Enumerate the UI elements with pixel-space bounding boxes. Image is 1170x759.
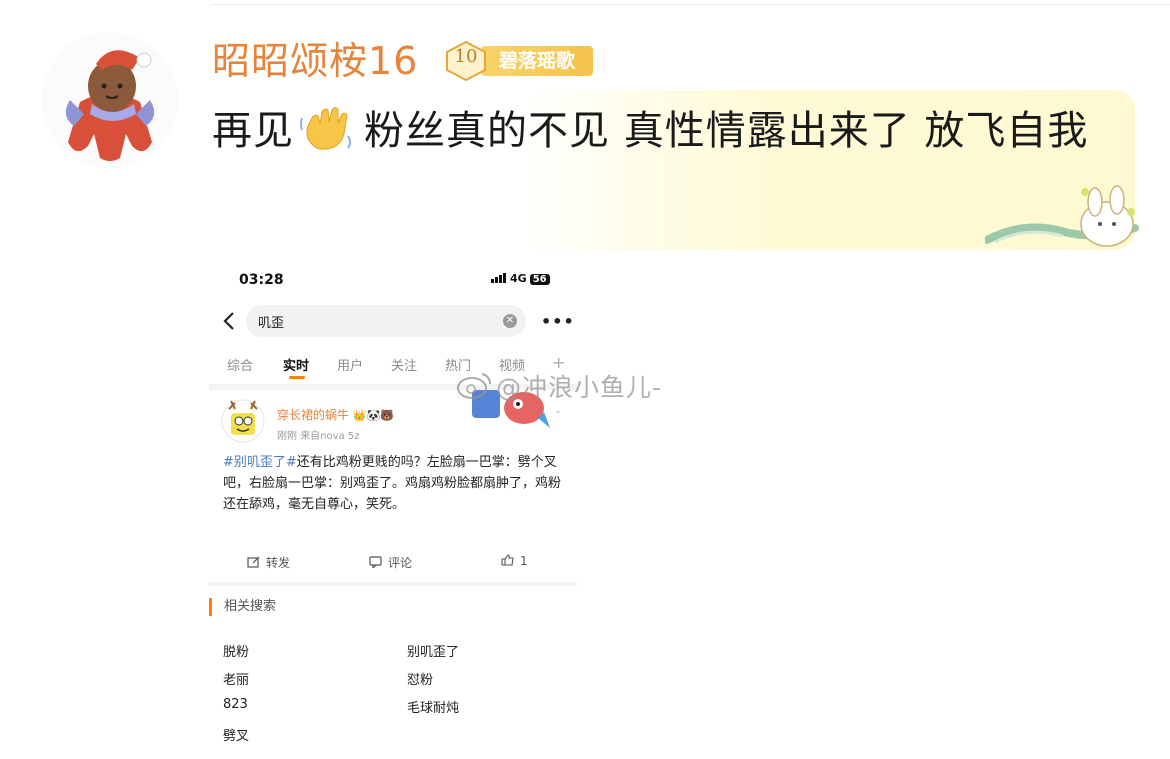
battery-level: 56 (529, 274, 550, 285)
post-text-start: 再见 (212, 108, 294, 154)
username[interactable]: 昭昭颂桉16 (212, 38, 418, 84)
related-search-item[interactable]: 劈叉 (223, 725, 249, 744)
search-query: 叽歪 (258, 316, 285, 331)
post-text: 再见 粉丝真的不见 真性情露出来了 放飞自我 (212, 98, 1112, 164)
item-body: #别叽歪了#还有比鸡粉更贱的吗？左脸扇一巴掌：劈个叉吧，右脸扇一巴掌：别鸡歪了。… (223, 452, 568, 515)
post-text-rest: 粉丝真的不见 真性情露出来了 放飞自我 (364, 108, 1089, 154)
related-search-item[interactable]: 怼粉 (407, 669, 433, 688)
tab-comprehensive[interactable]: 综合 (227, 355, 253, 374)
badge-name: 碧落瑶歌 (481, 46, 593, 76)
related-searches-title: 相关搜索 (209, 598, 276, 616)
top-divider (210, 4, 1170, 5)
related-search-item[interactable]: 脱粉 (223, 641, 249, 660)
related-search-item[interactable]: 别叽歪了 (407, 641, 459, 660)
item-hashtag[interactable]: #别叽歪了# (223, 455, 297, 470)
item-meta: 刚刚 来自nova 5z (277, 427, 359, 442)
like-count: 1 (520, 554, 528, 568)
comment-label: 评论 (388, 556, 413, 570)
item-time: 刚刚 (277, 431, 297, 442)
tab-users[interactable]: 用户 (337, 355, 363, 374)
divider (209, 582, 577, 586)
item-user-emojis: 👑🐼🐻 (352, 409, 394, 422)
tab-following[interactable]: 关注 (391, 355, 417, 374)
fan-badge[interactable]: 碧落瑶歌 10 (443, 40, 593, 82)
repost-button[interactable]: 转发 (247, 554, 290, 571)
clear-icon[interactable]: ✕ (503, 314, 517, 328)
item-actions: 转发 评论 1 (209, 554, 579, 574)
embedded-screenshot: 03:28 4G 56 叽歪 ✕ ••• 综合 实时 用户 关注 热门 视频 + … (209, 262, 579, 759)
more-icon[interactable]: ••• (541, 312, 575, 331)
signal-icon (491, 273, 507, 286)
item-user-avatar[interactable] (221, 399, 265, 443)
like-button[interactable]: 1 (501, 554, 528, 568)
related-search-item[interactable]: 老丽 (223, 669, 249, 688)
comment-icon (369, 556, 382, 568)
badge-level-icon: 10 (443, 40, 489, 82)
search-input[interactable]: 叽歪 ✕ (246, 305, 526, 337)
repost-label: 转发 (266, 556, 291, 570)
user-avatar[interactable] (40, 30, 180, 170)
waving-hand-icon (298, 106, 354, 152)
item-username[interactable]: 穿长裙的蜗牛 👑🐼🐻 (277, 406, 394, 423)
status-time: 03:28 (239, 272, 284, 288)
status-indicators: 4G 56 (491, 272, 550, 286)
bunny-sticker-icon (983, 180, 1145, 260)
repost-icon (247, 556, 260, 568)
related-search-item[interactable]: 823 (223, 697, 248, 712)
badge-level: 10 (454, 46, 478, 67)
weibo-logo-icon (457, 373, 491, 399)
back-icon[interactable] (221, 310, 237, 332)
item-source: 来自nova 5z (300, 431, 360, 442)
watermark-text: @冲浪小鱼儿- (496, 373, 663, 402)
tab-realtime[interactable]: 实时 (283, 355, 309, 374)
comment-button[interactable]: 评论 (369, 554, 412, 571)
network-type: 4G (510, 272, 527, 285)
thumbs-up-icon (501, 554, 514, 566)
watermark: @冲浪小鱼儿- (456, 366, 716, 406)
related-search-item[interactable]: 毛球耐炖 (407, 697, 459, 716)
active-tab-indicator (289, 376, 305, 379)
item-username-text: 穿长裙的蜗牛 (277, 408, 350, 422)
